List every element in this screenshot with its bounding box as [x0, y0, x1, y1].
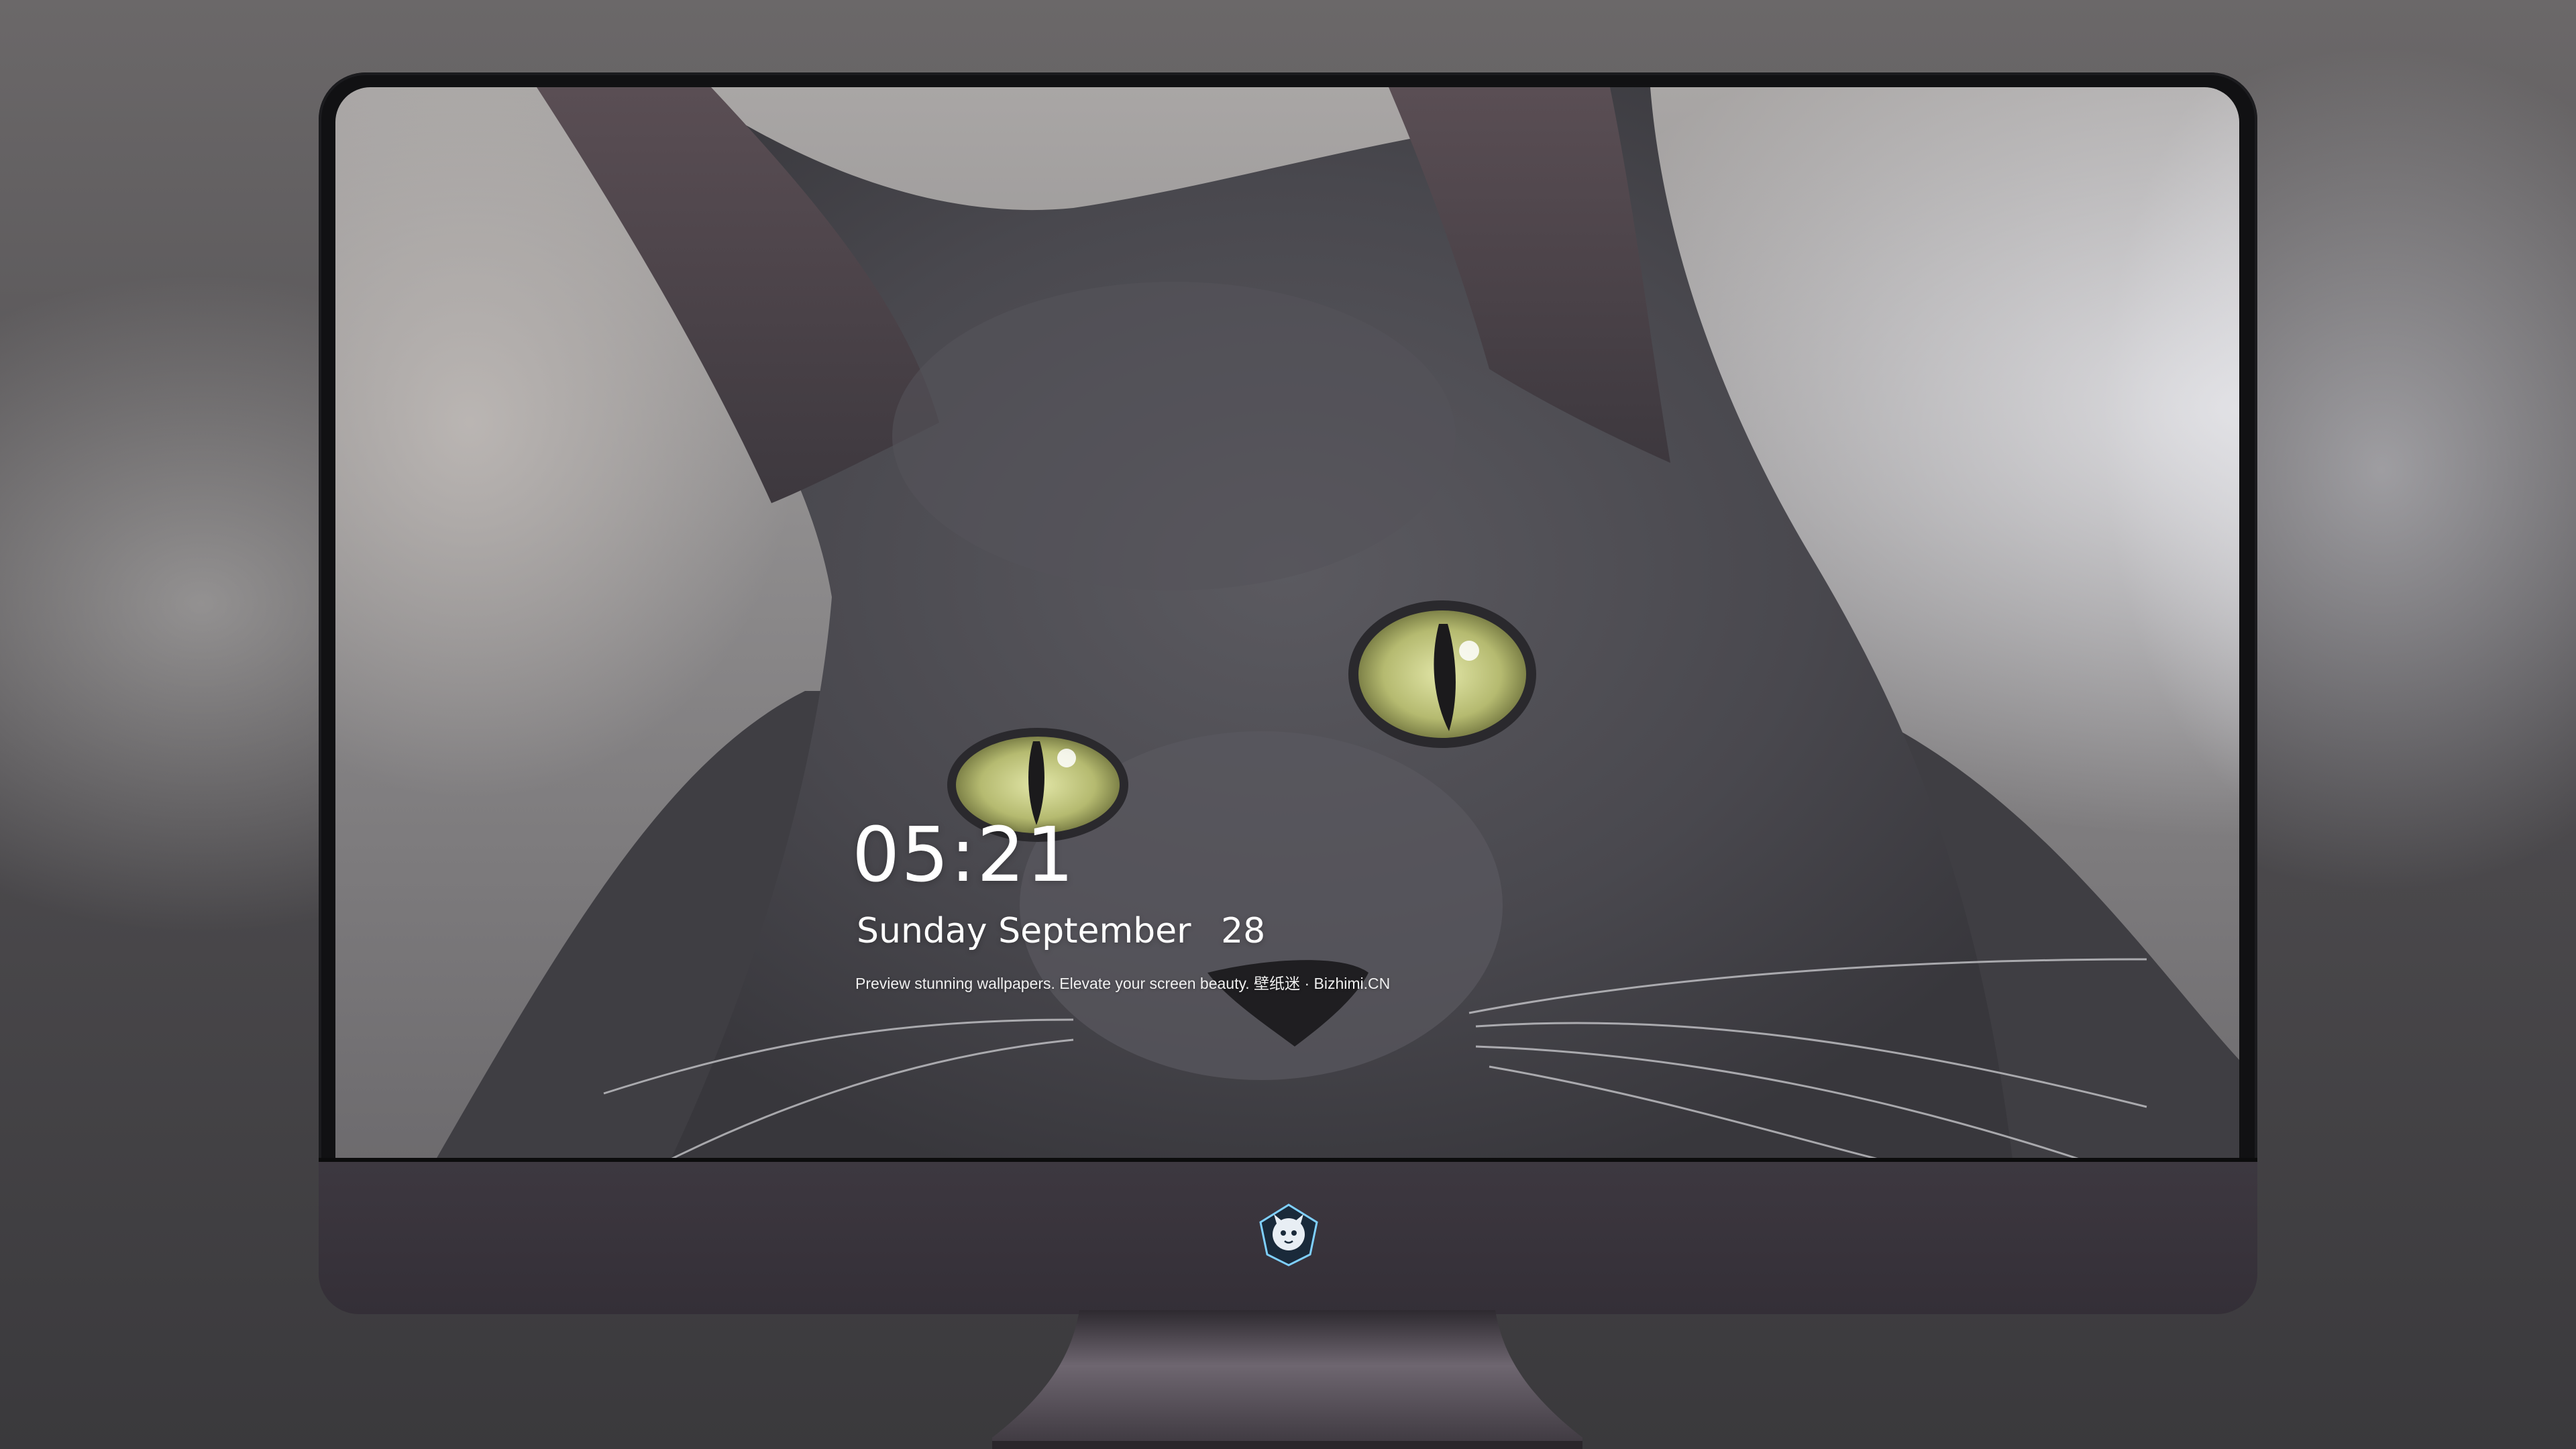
date-day: 28	[1221, 911, 1266, 951]
lockscreen-date: Sunday September 28	[857, 911, 1265, 951]
mascot-logo-icon	[1259, 1203, 1318, 1267]
date-weekday: Sunday	[857, 911, 987, 951]
lockscreen-clock: 05:21	[852, 812, 1075, 899]
cat-wallpaper	[335, 87, 2239, 1159]
date-month: September	[998, 911, 1191, 951]
blurred-background: 05:21 Sunday September 28 Preview stunni…	[0, 0, 2576, 1449]
screen: 05:21 Sunday September 28 Preview stunni…	[335, 87, 2239, 1159]
monitor-stand	[992, 1310, 1582, 1449]
monitor-chin	[319, 1158, 2257, 1314]
monitor: 05:21 Sunday September 28 Preview stunni…	[319, 72, 2257, 1314]
wallpaper-tagline: Preview stunning wallpapers. Elevate you…	[855, 975, 1391, 992]
monitor-bezel: 05:21 Sunday September 28 Preview stunni…	[319, 72, 2257, 1169]
